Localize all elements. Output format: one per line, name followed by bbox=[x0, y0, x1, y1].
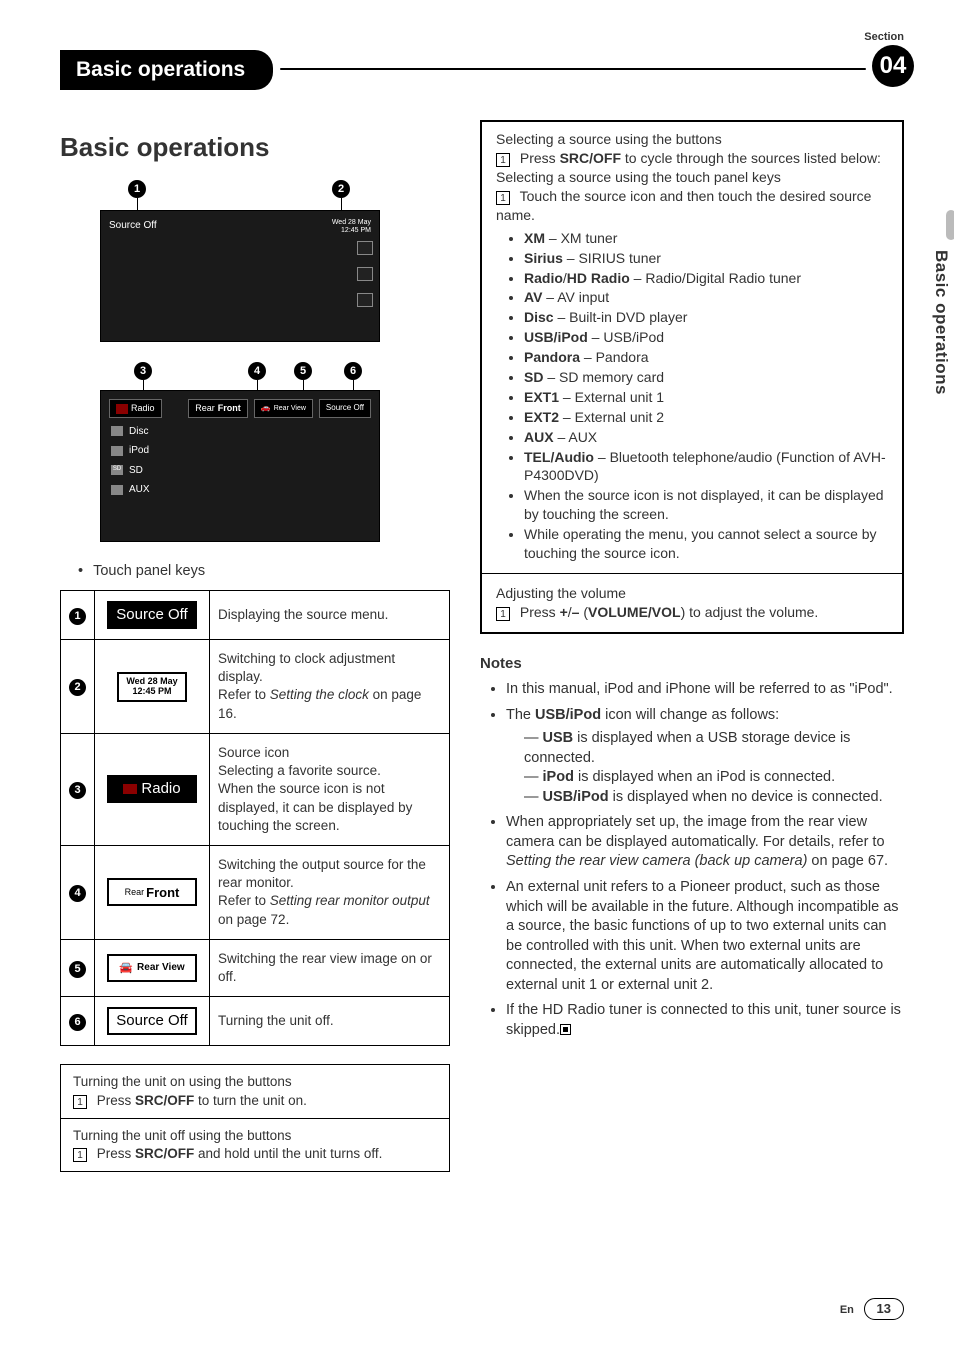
sources-list: XM – XM tuner Sirius – SIRIUS tuner Radi… bbox=[496, 229, 888, 563]
callout-4: 4 bbox=[248, 362, 266, 380]
fig2-sd: SDSD bbox=[109, 461, 371, 481]
fig2-rear-front: Rear Front bbox=[188, 399, 248, 417]
touch-panel-label: Touch panel keys bbox=[78, 562, 450, 582]
page-title: Basic operations bbox=[60, 130, 450, 165]
instructions-box: Turning the unit on using the buttons 1 … bbox=[60, 1064, 450, 1172]
notes-heading: Notes bbox=[480, 654, 904, 674]
footer-page: 13 bbox=[864, 1298, 904, 1320]
footer-lang: En bbox=[840, 1304, 854, 1316]
select-buttons-title: Selecting a source using the buttons bbox=[496, 131, 722, 147]
footer: En 13 bbox=[840, 1298, 904, 1320]
step-1-icon: 1 bbox=[496, 153, 510, 167]
fig2-disc: Disc bbox=[109, 422, 371, 442]
callout-5: 5 bbox=[294, 362, 312, 380]
header-bar: Basic operations Section 04 bbox=[60, 50, 904, 90]
row5-num: 5 bbox=[69, 961, 86, 978]
section-number-badge: 04 bbox=[872, 45, 914, 87]
key-rear-view: 🚘 Rear View bbox=[107, 954, 197, 982]
select-touch-title: Selecting a source using the touch panel… bbox=[496, 169, 781, 185]
camera-icon bbox=[357, 293, 373, 307]
fig1-callouts: 1 2 bbox=[100, 180, 380, 210]
callout-2: 2 bbox=[332, 180, 350, 198]
step-1-icon: 1 bbox=[73, 1148, 87, 1162]
row1-num: 1 bbox=[69, 608, 86, 625]
fig2-radio: Radio bbox=[109, 399, 162, 417]
table-row: 3 Radio Source icon Selecting a favorite… bbox=[61, 733, 450, 845]
step-1-icon: 1 bbox=[496, 607, 510, 621]
fig2-ipod: iPod bbox=[109, 441, 371, 461]
row3-desc: Source icon Selecting a favorite source.… bbox=[210, 733, 450, 845]
figure-1: Source Off Wed 28 May 12:45 PM bbox=[100, 210, 380, 342]
step-1-icon: 1 bbox=[73, 1095, 87, 1109]
fig2-rear-view: 🚗Rear View bbox=[254, 399, 313, 417]
row6-num: 6 bbox=[69, 1014, 86, 1031]
key-radio: Radio bbox=[107, 775, 197, 803]
header-rule bbox=[280, 68, 866, 70]
table-row: 2 Wed 28 May 12:45 PM Switching to clock… bbox=[61, 640, 450, 734]
callout-6: 6 bbox=[344, 362, 362, 380]
row1-desc: Displaying the source menu. bbox=[210, 591, 450, 640]
table-row: 6 Source Off Turning the unit off. bbox=[61, 997, 450, 1046]
fig1-side-icons bbox=[357, 241, 373, 307]
step-1-icon: 1 bbox=[496, 191, 510, 205]
row4-num: 4 bbox=[69, 885, 86, 902]
thermometer-icon bbox=[357, 241, 373, 255]
fig1-clock: Wed 28 May 12:45 PM bbox=[332, 219, 371, 234]
fig2-callouts: 3 4 5 6 bbox=[100, 362, 380, 390]
notes-list: In this manual, iPod and iPhone will be … bbox=[480, 680, 904, 1041]
chapter-tab: Basic operations bbox=[60, 50, 273, 90]
side-tab-indicator bbox=[946, 210, 954, 240]
row3-num: 3 bbox=[69, 782, 86, 799]
touch-keys-table: 1 Source Off Displaying the source menu.… bbox=[60, 590, 450, 1046]
row5-desc: Switching the rear view image on or off. bbox=[210, 939, 450, 996]
row2-desc: Switching to clock adjustment display. R… bbox=[210, 640, 450, 734]
section-label: Section bbox=[864, 30, 904, 45]
key-clock: Wed 28 May 12:45 PM bbox=[117, 672, 187, 702]
source-select-box: Selecting a source using the buttons 1 P… bbox=[480, 120, 904, 633]
key-source-off-2: Source Off bbox=[107, 1007, 197, 1035]
table-row: 4 RearFront Switching the output source … bbox=[61, 845, 450, 939]
fig1-source-off: Source Off bbox=[109, 219, 157, 233]
callout-1: 1 bbox=[128, 180, 146, 198]
fig2-source-off: Source Off bbox=[319, 399, 371, 417]
fig2-aux: AUX bbox=[109, 480, 371, 500]
side-tab: Basic operations bbox=[929, 250, 952, 395]
table-row: 1 Source Off Displaying the source menu. bbox=[61, 591, 450, 640]
pump-icon bbox=[357, 267, 373, 281]
row6-desc: Turning the unit off. bbox=[210, 997, 450, 1046]
table-row: 5 🚘 Rear View Switching the rear view im… bbox=[61, 939, 450, 996]
adjust-volume-title: Adjusting the volume bbox=[496, 585, 626, 601]
instruction-on: Turning the unit on using the buttons 1 … bbox=[61, 1065, 449, 1117]
figure-2: Radio Rear Front 🚗Rear View Source Off D… bbox=[100, 390, 380, 542]
car-icon: 🚘 bbox=[119, 961, 133, 976]
row4-desc: Switching the output source for the rear… bbox=[210, 845, 450, 939]
row2-num: 2 bbox=[69, 679, 86, 696]
instruction-off: Turning the unit off using the buttons 1… bbox=[61, 1118, 449, 1171]
end-mark-icon bbox=[560, 1024, 571, 1035]
callout-3: 3 bbox=[134, 362, 152, 380]
key-rear-front: RearFront bbox=[107, 878, 197, 906]
key-source-off: Source Off bbox=[107, 601, 197, 629]
